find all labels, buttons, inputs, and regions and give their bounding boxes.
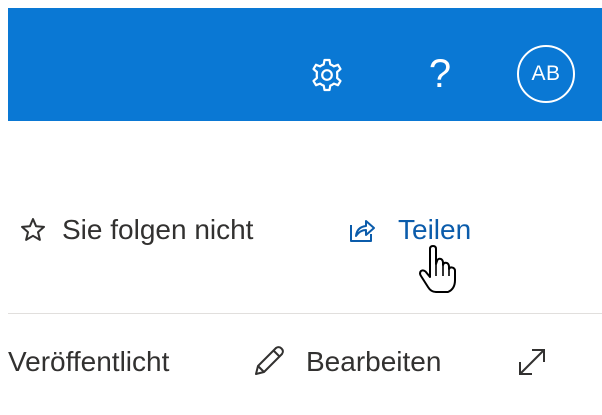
expand-icon [515, 345, 549, 379]
gear-icon [309, 57, 345, 93]
pencil-icon [244, 342, 292, 382]
edit-row: Bearbeiten [244, 340, 441, 384]
share-row: Teilen [346, 208, 471, 252]
share-button[interactable]: Teilen [346, 214, 471, 246]
share-icon [346, 215, 378, 245]
star-outline-icon [18, 216, 48, 244]
status-label: Veröffentlicht [8, 346, 170, 377]
divider [8, 313, 602, 314]
publish-status: Veröffentlicht [8, 340, 169, 384]
page: ? AB Sie folgen nicht Teilen Veröffentli… [0, 0, 602, 415]
share-label: Teilen [398, 214, 472, 245]
expand-button[interactable] [512, 342, 552, 382]
avatar[interactable]: AB [517, 45, 575, 103]
top-app-bar: ? AB [8, 8, 602, 121]
follow-label: Sie folgen nicht [62, 214, 254, 245]
help-button[interactable]: ? [418, 46, 462, 102]
edit-button[interactable]: Bearbeiten [244, 342, 441, 382]
follow-button[interactable]: Sie folgen nicht [18, 214, 253, 246]
edit-label: Bearbeiten [306, 346, 442, 377]
follow-row: Sie folgen nicht [18, 208, 253, 252]
settings-button[interactable] [302, 50, 352, 100]
